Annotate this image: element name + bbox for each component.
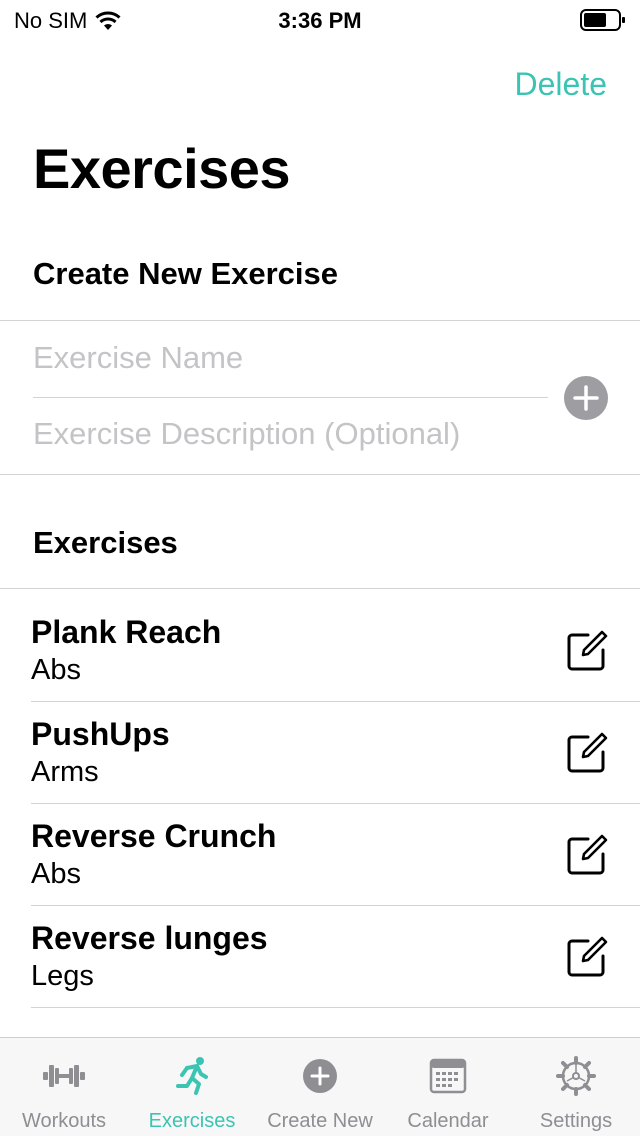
exercise-name: PushUps	[31, 716, 170, 752]
tab-exercises[interactable]: Exercises	[128, 1038, 256, 1136]
tab-label: Exercises	[148, 1110, 236, 1132]
tab-bar: Workouts Exercises Create New Calendar S…	[0, 1037, 640, 1136]
divider	[0, 474, 640, 475]
plus-circle-icon	[303, 1059, 337, 1093]
edit-icon[interactable]	[564, 934, 610, 980]
divider	[0, 588, 640, 589]
gear-icon	[556, 1056, 596, 1096]
tab-label: Create New	[267, 1110, 373, 1132]
tab-label: Calendar	[407, 1110, 489, 1132]
exercise-name: Reverse lunges	[31, 920, 268, 956]
status-time: 3:36 PM	[278, 8, 362, 33]
exercise-name-input[interactable]	[33, 338, 543, 378]
edit-icon[interactable]	[564, 628, 610, 674]
exercise-name: Plank Reach	[31, 614, 222, 650]
status-bar: No SIM 3:36 PM	[0, 0, 640, 40]
runner-icon	[176, 1057, 208, 1095]
tab-label: Settings	[539, 1110, 613, 1132]
edit-icon[interactable]	[564, 832, 610, 878]
divider	[33, 397, 548, 398]
battery-icon	[580, 9, 625, 31]
exercise-category: Abs	[31, 654, 81, 686]
edit-icon[interactable]	[564, 730, 610, 776]
divider	[0, 320, 640, 321]
tab-settings[interactable]: Settings	[512, 1038, 640, 1136]
tab-create-new[interactable]: Create New	[256, 1038, 384, 1136]
exercise-row[interactable]: PushUps Arms	[0, 702, 640, 804]
divider	[31, 1007, 640, 1008]
exercise-row[interactable]: Reverse lunges Legs	[0, 906, 640, 1008]
dumbbell-icon	[43, 1065, 85, 1087]
delete-button[interactable]: Delete	[515, 66, 608, 103]
exercises-screen: No SIM 3:36 PM Delete Exercises Create N…	[0, 0, 640, 1136]
add-exercise-button[interactable]	[564, 376, 608, 420]
create-section-header: Create New Exercise	[33, 256, 339, 291]
exercise-row[interactable]: Reverse Crunch Abs	[0, 804, 640, 906]
page-title: Exercises	[33, 137, 291, 200]
exercise-category: Abs	[31, 858, 81, 890]
calendar-icon	[429, 1058, 467, 1094]
plus-circle-icon	[573, 385, 599, 411]
tab-label: Workouts	[21, 1110, 107, 1132]
tab-workouts[interactable]: Workouts	[0, 1038, 128, 1136]
tab-calendar[interactable]: Calendar	[384, 1038, 512, 1136]
exercises-section-header: Exercises	[33, 525, 178, 560]
exercise-category: Legs	[31, 960, 94, 992]
exercise-row[interactable]: Plank Reach Abs	[0, 600, 640, 702]
exercise-category: Arms	[31, 756, 99, 788]
exercise-name: Reverse Crunch	[31, 818, 277, 854]
exercise-description-input[interactable]	[33, 414, 543, 454]
